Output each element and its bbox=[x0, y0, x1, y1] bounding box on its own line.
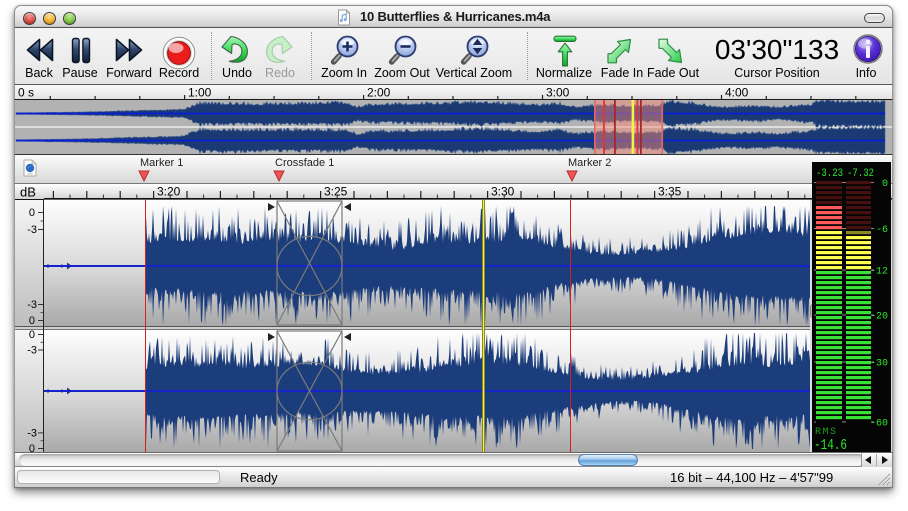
svg-text:3:00: 3:00 bbox=[546, 86, 570, 100]
svg-text:3:30: 3:30 bbox=[491, 185, 515, 199]
svg-text:-3: -3 bbox=[27, 299, 37, 311]
svg-text:-14.6: -14.6 bbox=[814, 438, 847, 453]
svg-text:0: 0 bbox=[29, 207, 35, 219]
svg-text:1:00: 1:00 bbox=[188, 86, 212, 100]
svg-text:dB: dB bbox=[20, 185, 36, 200]
svg-text:-3: -3 bbox=[27, 345, 37, 357]
svg-text:2:00: 2:00 bbox=[367, 86, 391, 100]
svg-text:4:00: 4:00 bbox=[725, 86, 749, 100]
svg-text:-60: -60 bbox=[870, 419, 888, 430]
svg-text:0: 0 bbox=[29, 329, 35, 341]
svg-text:-20: -20 bbox=[870, 312, 888, 323]
svg-text:RMS: RMS bbox=[815, 427, 838, 438]
svg-text:0: 0 bbox=[882, 179, 888, 190]
svg-text:0: 0 bbox=[29, 443, 35, 452]
svg-text:-6: -6 bbox=[876, 225, 888, 236]
svg-text:0 s: 0 s bbox=[18, 86, 34, 100]
svg-text:3:25: 3:25 bbox=[324, 185, 348, 199]
svg-text:-12: -12 bbox=[870, 267, 888, 278]
svg-text:3:35: 3:35 bbox=[658, 185, 682, 199]
svg-text:-7.32: -7.32 bbox=[847, 168, 874, 180]
svg-text:3:20: 3:20 bbox=[157, 185, 181, 199]
svg-text:-3: -3 bbox=[27, 224, 37, 236]
svg-text:-3: -3 bbox=[27, 427, 37, 439]
svg-text:0: 0 bbox=[29, 315, 35, 327]
svg-text:-3.23: -3.23 bbox=[816, 168, 843, 180]
svg-text:-30: -30 bbox=[870, 359, 888, 370]
